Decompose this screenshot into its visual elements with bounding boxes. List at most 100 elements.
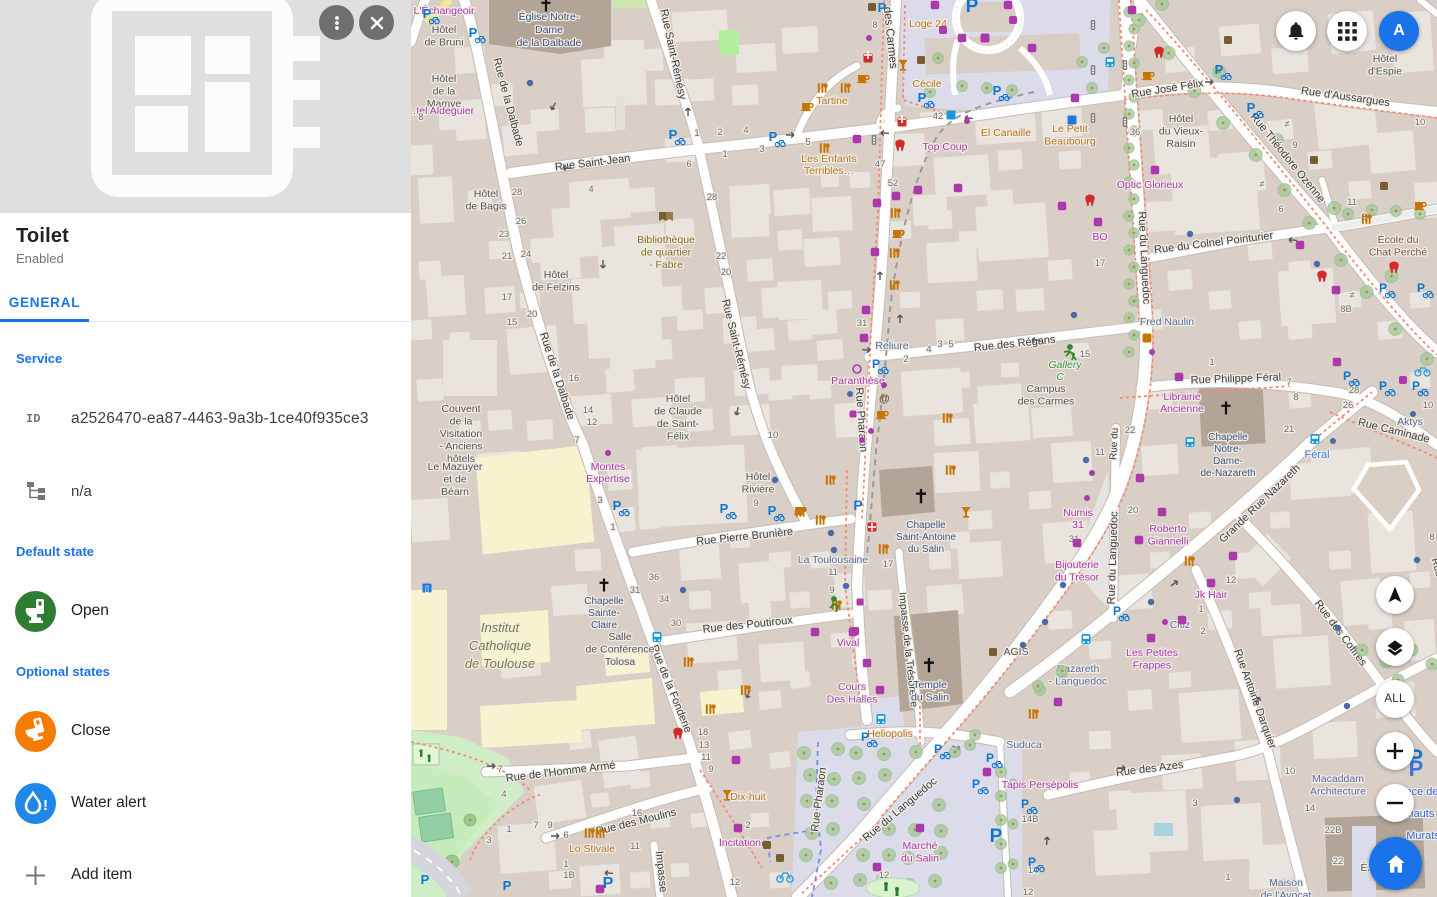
svg-text:Rivière: Rivière: [742, 484, 775, 496]
svg-text:P: P: [993, 83, 1002, 98]
svg-text:8: 8: [1293, 392, 1298, 403]
svg-text:10: 10: [1415, 117, 1426, 128]
svg-text:28: 28: [707, 192, 718, 203]
svg-text:3: 3: [486, 835, 491, 846]
svg-text:10: 10: [1285, 766, 1296, 777]
svg-text:1: 1: [1198, 604, 1203, 615]
svg-text:- Fabre: - Fabre: [649, 259, 683, 271]
svg-text:Notre-: Notre-: [1214, 444, 1242, 455]
svg-text:28: 28: [512, 187, 523, 198]
svg-text:28: 28: [1349, 385, 1360, 396]
svg-text:Hôtel: Hôtel: [1373, 53, 1398, 65]
svg-text:Vival: Vival: [837, 637, 860, 649]
svg-text:Numis: Numis: [1063, 507, 1093, 519]
svg-text:22B: 22B: [1325, 825, 1342, 836]
svg-text:6: 6: [686, 159, 691, 170]
svg-text:P: P: [1417, 281, 1425, 295]
svg-text:9: 9: [829, 585, 834, 596]
svg-text:15: 15: [507, 317, 518, 328]
svg-text:3: 3: [759, 144, 764, 155]
svg-text:≠: ≠: [1284, 119, 1289, 130]
svg-text:Suduca: Suduca: [1006, 739, 1042, 751]
svg-text:47: 47: [875, 159, 886, 170]
svg-text:et de: et de: [443, 474, 467, 486]
svg-text:P: P: [421, 872, 430, 887]
svg-text:17: 17: [502, 292, 513, 303]
svg-text:Félix: Félix: [667, 431, 690, 443]
svg-text:10: 10: [1423, 400, 1434, 411]
svg-text:La Toulousaine: La Toulousaine: [798, 554, 869, 566]
svg-text:Chapelle: Chapelle: [584, 596, 624, 607]
svg-text:30: 30: [671, 618, 682, 629]
svg-text:P: P: [1113, 604, 1121, 618]
svg-text:[]: []: [425, 586, 429, 593]
svg-text:5: 5: [948, 339, 953, 350]
svg-text:- Languedoc: - Languedoc: [1049, 676, 1107, 688]
svg-text:Bijouterie: Bijouterie: [1055, 559, 1099, 571]
svg-text:Couvent: Couvent: [441, 403, 480, 415]
svg-text:P: P: [613, 498, 622, 513]
svg-text:P: P: [768, 503, 777, 518]
svg-text:P: P: [878, 0, 887, 15]
svg-text:14: 14: [583, 405, 594, 416]
svg-text:!: !: [43, 797, 48, 814]
svg-text:2: 2: [903, 354, 908, 365]
svg-text:21: 21: [502, 251, 513, 262]
svg-text:Féral: Féral: [1304, 449, 1329, 461]
svg-text:P: P: [1412, 379, 1420, 393]
svg-text:P: P: [1028, 855, 1036, 869]
svg-text:Ancienne: Ancienne: [1160, 403, 1204, 415]
svg-text:26: 26: [516, 216, 527, 227]
svg-text:7: 7: [533, 820, 538, 831]
svg-text:≠: ≠: [1259, 179, 1264, 190]
svg-text:8B: 8B: [1340, 304, 1352, 315]
svg-text:22: 22: [1333, 856, 1344, 867]
svg-text:P: P: [1343, 369, 1351, 383]
svg-text:Architecture: Architecture: [1310, 786, 1366, 798]
svg-text:de-Nazareth: de-Nazareth: [1200, 468, 1255, 479]
svg-text:de Felzins: de Felzins: [532, 282, 580, 294]
svg-text:Le Mazuyer: Le Mazuyer: [428, 461, 483, 473]
svg-text:Béarn: Béarn: [441, 486, 469, 498]
svg-text:P: P: [918, 90, 927, 105]
svg-text:4: 4: [588, 184, 593, 195]
svg-text:Giannelli: Giannelli: [1148, 536, 1189, 548]
svg-text:11: 11: [1347, 197, 1357, 208]
svg-text:des Carmes: des Carmes: [1018, 396, 1075, 408]
svg-text:P: P: [1379, 379, 1387, 393]
svg-text:12: 12: [587, 417, 598, 428]
svg-text:Terribles…: Terribles…: [804, 165, 854, 177]
svg-text:de la: de la: [433, 86, 456, 98]
svg-text:P: P: [853, 497, 862, 513]
svg-text:P: P: [1379, 281, 1387, 295]
svg-text:de Conférence: de Conférence: [586, 644, 655, 656]
svg-text:6: 6: [1278, 204, 1283, 215]
svg-text:1: 1: [722, 149, 727, 160]
svg-text:Librairie: Librairie: [1163, 391, 1201, 403]
svg-text:20: 20: [721, 267, 732, 278]
svg-text:Tolosa: Tolosa: [605, 656, 636, 668]
svg-text:14: 14: [1305, 803, 1316, 814]
svg-text:52: 52: [888, 178, 899, 189]
svg-text:9: 9: [547, 820, 552, 831]
svg-text:Hôtel: Hôtel: [666, 393, 691, 405]
svg-text:P: P: [1247, 100, 1256, 115]
svg-text:14B: 14B: [1022, 814, 1039, 825]
svg-text:Rue du: Rue du: [1108, 427, 1121, 460]
svg-text:9: 9: [753, 498, 758, 509]
svg-text:1: 1: [506, 824, 511, 835]
svg-text:12: 12: [730, 877, 741, 888]
svg-text:9: 9: [708, 764, 713, 775]
svg-text:18: 18: [698, 727, 709, 738]
svg-text:1: 1: [1225, 872, 1230, 883]
svg-text:de Claude: de Claude: [654, 406, 702, 418]
svg-text:du Salin: du Salin: [911, 692, 949, 704]
svg-text:4: 4: [501, 789, 506, 800]
svg-text:Tapis Persépolis: Tapis Persépolis: [1002, 779, 1078, 791]
svg-text:Jk Hair: Jk Hair: [1195, 589, 1228, 601]
svg-text:Frappes: Frappes: [1133, 660, 1172, 672]
svg-text:1B: 1B: [563, 870, 575, 881]
svg-text:P: P: [986, 751, 994, 765]
svg-text:Chat Perché: Chat Perché: [1369, 247, 1428, 259]
svg-text:3: 3: [597, 495, 602, 506]
